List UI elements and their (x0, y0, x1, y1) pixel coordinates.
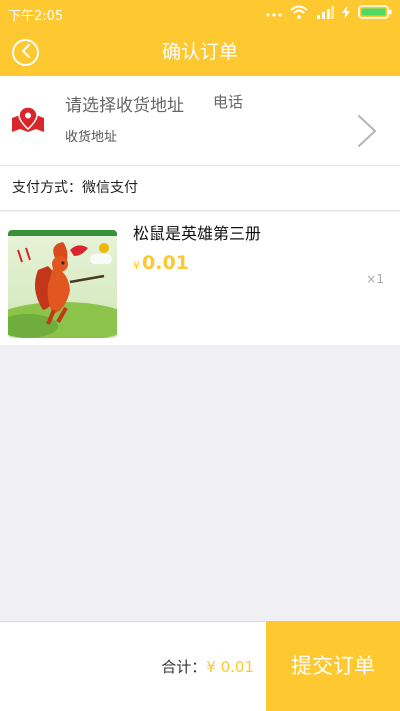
status-bar: 下午2:05 (0, 0, 400, 28)
payment-method: 支付方式：微信支付 (0, 166, 400, 211)
battery-icon (358, 5, 392, 23)
app-header: 确认订单 (0, 28, 400, 76)
more-dots-icon (266, 7, 282, 22)
product-cover-image (8, 230, 117, 338)
location-pin-icon (10, 106, 46, 137)
address-placeholder: 请选择收货地址 (65, 96, 184, 116)
status-icons (266, 5, 392, 23)
order-item: 松鼠是英雄第三册 ¥0.01 ×1 (0, 212, 400, 345)
signal-icon (316, 5, 334, 23)
address-selector[interactable]: 请选择收货地址 电话 收货地址 (0, 76, 400, 166)
order-total: 合计：¥ 0.01 (161, 622, 254, 711)
currency-symbol: ¥ (133, 259, 140, 272)
total-label: 合计： (161, 658, 207, 676)
submit-order-button[interactable]: 提交订单 (266, 621, 400, 711)
page-title: 确认订单 (161, 41, 238, 63)
wifi-icon (290, 5, 308, 23)
phone-label: 电话 (213, 93, 244, 111)
price-amount: 0.01 (142, 252, 189, 274)
address-label: 收货地址 (65, 130, 118, 145)
charging-icon (342, 5, 350, 23)
status-time: 下午2:05 (8, 8, 64, 24)
product-name: 松鼠是英雄第三册 (133, 224, 262, 243)
chevron-right-icon (356, 114, 378, 152)
product-quantity: ×1 (366, 272, 384, 286)
total-value: ¥ 0.01 (206, 658, 254, 676)
product-price: ¥0.01 (133, 252, 189, 274)
checkout-bar: 合计：¥ 0.01 提交订单 (0, 621, 400, 711)
